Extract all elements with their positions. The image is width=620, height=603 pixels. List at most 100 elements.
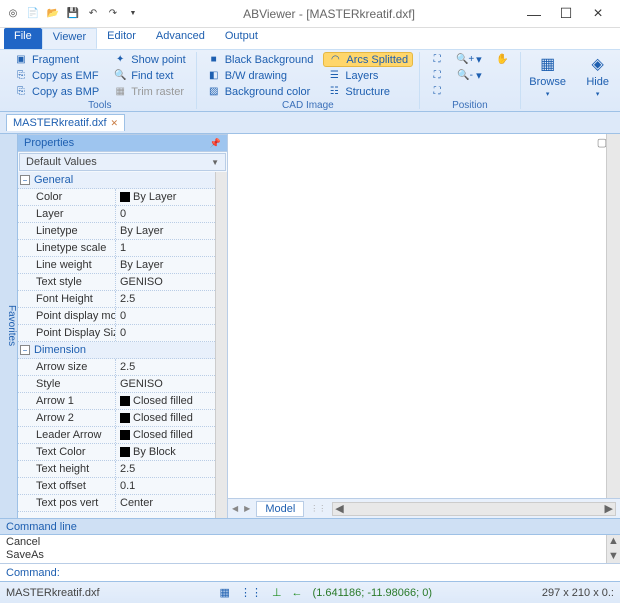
status-icon[interactable]: ▦ (220, 586, 230, 599)
property-row[interactable]: Font Height2.5 (18, 291, 215, 308)
zoom-in[interactable]: 🔍+▾ (454, 52, 486, 67)
prop-value[interactable]: GENISO (116, 274, 215, 290)
property-row[interactable]: LinetypeBy Layer (18, 223, 215, 240)
properties-scrollbar[interactable] (215, 172, 227, 518)
zoom-btn1[interactable]: ⛶ (426, 52, 448, 67)
prop-name: Font Height (18, 291, 116, 307)
prop-value[interactable]: 0.1 (116, 478, 215, 494)
property-category[interactable]: −Dimension (18, 342, 215, 359)
black-bg-button[interactable]: ■Black Background (203, 52, 318, 67)
zoom-icon: ⛶ (430, 85, 444, 99)
property-row[interactable]: Arrow 2Closed filled (18, 410, 215, 427)
prop-value[interactable]: Closed filled (116, 427, 215, 443)
cmd-scrollbar[interactable]: ▲▼ (606, 535, 620, 563)
canvas-vscroll[interactable] (606, 134, 620, 498)
tab-nav-left[interactable]: ◀ (232, 504, 238, 513)
redo-icon[interactable]: ↷ (104, 5, 122, 23)
property-row[interactable]: Line weightBy Layer (18, 257, 215, 274)
property-row[interactable]: Layer0 (18, 206, 215, 223)
tab-advanced[interactable]: Advanced (146, 28, 215, 49)
property-row[interactable]: Point display mode0 (18, 308, 215, 325)
open-icon[interactable]: 📂 (44, 5, 62, 23)
drawing-canvas[interactable]: ▢⤢ ◀ ▶ Model ⋮⋮ ◀▶ (228, 134, 620, 518)
zoom-btn2[interactable]: ⛶ (426, 68, 448, 83)
status-icon[interactable]: ⊥ (272, 586, 282, 599)
tab-output[interactable]: Output (215, 28, 268, 49)
property-row[interactable]: Text styleGENISO (18, 274, 215, 291)
prop-value[interactable]: GENISO (116, 376, 215, 392)
tab-file[interactable]: File (4, 28, 42, 49)
property-row[interactable]: Point Display Size0 (18, 325, 215, 342)
structure-button[interactable]: ☷Structure (323, 84, 413, 99)
fragment-button[interactable]: ▣Fragment (10, 52, 103, 67)
qat-dropdown-icon[interactable]: ▼ (124, 5, 142, 23)
close-button[interactable]: × (586, 4, 610, 24)
pan-btn[interactable]: ✋ (492, 52, 514, 67)
properties-filter[interactable]: Default Values▼ (19, 153, 226, 171)
find-text-button[interactable]: 🔍Find text (109, 68, 189, 83)
copy-emf-button[interactable]: ⎘Copy as EMF (10, 68, 103, 83)
property-row[interactable]: Arrow 1Closed filled (18, 393, 215, 410)
favorites-tab[interactable]: Favorites (0, 134, 18, 518)
property-row[interactable]: ColorBy Layer (18, 189, 215, 206)
undo-icon[interactable]: ↶ (84, 5, 102, 23)
properties-panel: Properties📌 Default Values▼ −GeneralColo… (18, 134, 228, 518)
maximize-button[interactable]: ☐ (554, 4, 578, 24)
document-tab[interactable]: MASTERkreatif.dxf✕ (6, 114, 125, 131)
arcs-splitted-button[interactable]: ◠Arcs Splitted (323, 52, 413, 67)
expand-icon[interactable]: − (20, 175, 30, 185)
bw-drawing-button[interactable]: ◧B/W drawing (203, 68, 318, 83)
property-category[interactable]: −General (18, 172, 215, 189)
prop-value[interactable]: Center (116, 495, 215, 511)
prop-value[interactable]: By Layer (116, 189, 215, 205)
show-point-button[interactable]: ✦Show point (109, 52, 189, 67)
prop-value[interactable]: 0 (116, 206, 215, 222)
bg-color-button[interactable]: ▨Background color (203, 84, 318, 99)
prop-value[interactable]: 1 (116, 240, 215, 256)
property-row[interactable]: Linetype scale1 (18, 240, 215, 257)
layers-button[interactable]: ☰Layers (323, 68, 413, 83)
command-history: Cancel SaveAs ▲▼ (0, 535, 620, 563)
tab-viewer[interactable]: Viewer (42, 28, 97, 49)
pin-icon[interactable]: 📌 (210, 138, 221, 149)
property-row[interactable]: Arrow size2.5 (18, 359, 215, 376)
canvas-tab-bar: ◀ ▶ Model ⋮⋮ ◀▶ (228, 498, 620, 518)
prop-value[interactable]: By Block (116, 444, 215, 460)
property-row[interactable]: StyleGENISO (18, 376, 215, 393)
zoom-out[interactable]: 🔍-▾ (454, 68, 486, 83)
browse-button[interactable]: ▦Browse▾ (525, 52, 571, 100)
prop-value[interactable]: Closed filled (116, 393, 215, 409)
property-row[interactable]: Text offset0.1 (18, 478, 215, 495)
new-icon[interactable]: 📄 (24, 5, 42, 23)
prop-value[interactable]: 0 (116, 308, 215, 324)
prop-value[interactable]: 2.5 (116, 291, 215, 307)
command-input[interactable] (64, 567, 614, 579)
prop-value[interactable]: 2.5 (116, 359, 215, 375)
tab-editor[interactable]: Editor (97, 28, 146, 49)
minimize-button[interactable]: — (522, 4, 546, 24)
property-row[interactable]: Text pos vertCenter (18, 495, 215, 512)
trim-raster-button[interactable]: ▦Trim raster (109, 84, 189, 99)
model-tab[interactable]: Model (256, 501, 304, 517)
prop-name: Linetype scale (18, 240, 116, 256)
tab-nav-right[interactable]: ▶ (244, 504, 250, 513)
fragment-icon: ▣ (14, 53, 28, 67)
zoom-btn3[interactable]: ⛶ (426, 84, 448, 99)
status-icon[interactable]: ⋮⋮ (240, 586, 262, 599)
prop-value[interactable]: Closed filled (116, 410, 215, 426)
prop-value[interactable]: 2.5 (116, 461, 215, 477)
property-row[interactable]: Leader ArrowClosed filled (18, 427, 215, 444)
status-icon[interactable]: ← (292, 587, 303, 599)
expand-icon[interactable]: − (20, 345, 30, 355)
save-icon[interactable]: 💾 (64, 5, 82, 23)
property-row[interactable]: Text ColorBy Block (18, 444, 215, 461)
prop-value[interactable]: By Layer (116, 257, 215, 273)
prop-value[interactable]: By Layer (116, 223, 215, 239)
copy-bmp-button[interactable]: ⎘Copy as BMP (10, 84, 103, 99)
hide-button[interactable]: ◈Hide▾ (575, 52, 620, 100)
close-tab-icon[interactable]: ✕ (111, 118, 119, 129)
property-row[interactable]: Text height2.5 (18, 461, 215, 478)
canvas-hscroll[interactable]: ◀▶ (332, 502, 616, 516)
app-icon[interactable]: ◎ (4, 5, 22, 23)
prop-value[interactable]: 0 (116, 325, 215, 341)
